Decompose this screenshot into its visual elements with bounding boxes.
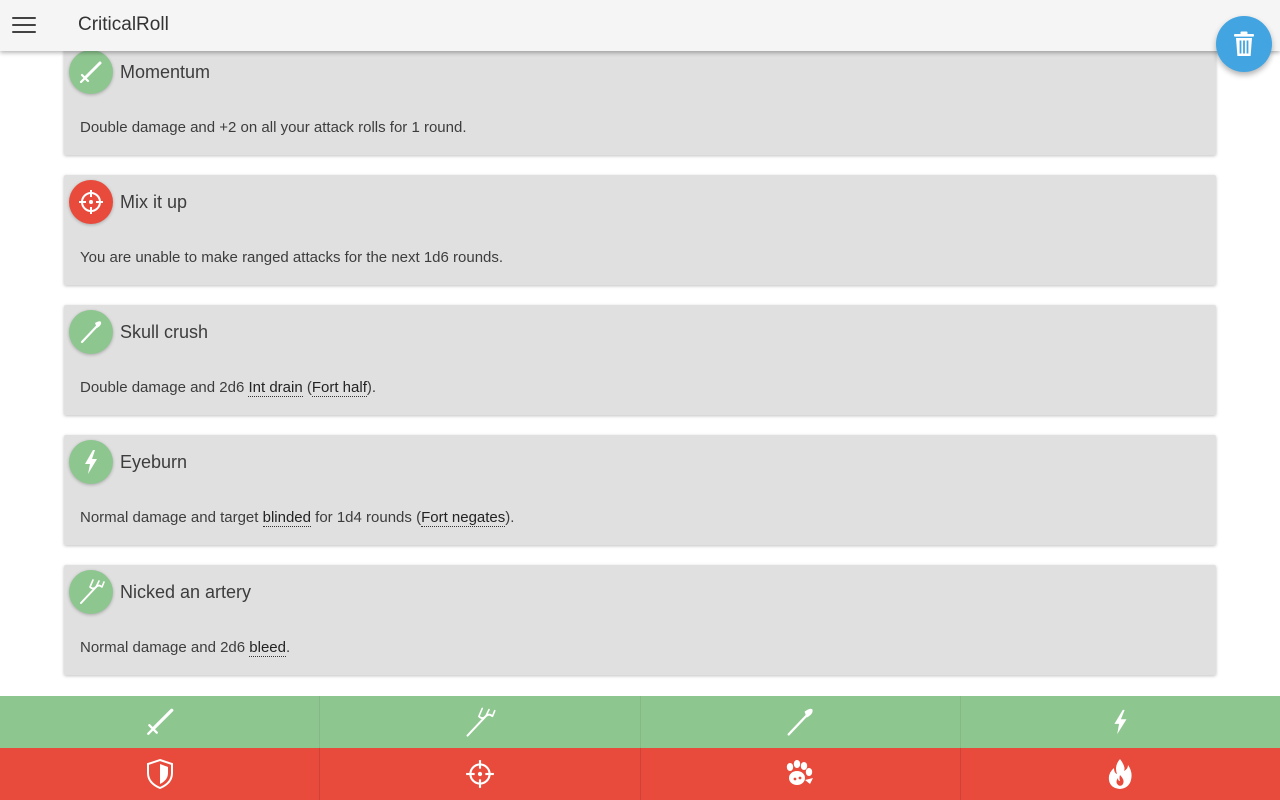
card-description: Normal damage and 2d6 bleed.: [80, 639, 291, 657]
delete-button[interactable]: [1216, 16, 1272, 72]
card-description: Double damage and 2d6 Int drain (Fort ha…: [80, 379, 377, 397]
trident-icon: [466, 707, 496, 737]
card-description: Normal damage and target blinded for 1d4…: [80, 509, 515, 527]
card-badge: [69, 180, 113, 224]
tab-armor[interactable]: [0, 748, 319, 800]
weapon-type-tabs: [0, 696, 1280, 748]
trash-icon: [1234, 31, 1254, 56]
app-bar: CriticalRoll: [0, 0, 1280, 51]
crosshair-icon: [466, 760, 494, 788]
app-title: CriticalRoll: [78, 14, 169, 35]
card-badge: [69, 310, 113, 354]
card-title: Eyeburn: [120, 452, 188, 472]
link-blinded[interactable]: blinded: [262, 509, 311, 527]
tab-bludgeoning[interactable]: [639, 696, 960, 748]
link-int-drain[interactable]: Int drain: [248, 379, 303, 397]
paw-icon: [786, 760, 814, 785]
effect-type-tabs: [0, 748, 1280, 800]
club-icon: [80, 321, 102, 344]
tab-energy[interactable]: [959, 696, 1280, 748]
club-icon: [787, 708, 813, 736]
lightning-icon: [85, 450, 97, 474]
card-title: Skull crush: [120, 322, 209, 342]
card-badge: [69, 440, 113, 484]
trident-icon: [80, 579, 105, 604]
shield-icon: [146, 758, 173, 790]
card-title: Momentum: [120, 62, 211, 82]
card-badge: [69, 570, 113, 614]
link-fort-negates[interactable]: Fort negates: [421, 509, 506, 527]
critical-card[interactable]: Momentum Double damage and +2 on all you…: [64, 45, 1216, 155]
tab-slashing[interactable]: [0, 696, 319, 748]
card-badge: [69, 50, 113, 94]
sword-icon: [146, 708, 173, 735]
fire-icon: [1109, 759, 1132, 789]
lightning-icon: [1114, 709, 1127, 735]
card-title: Nicked an artery: [120, 582, 252, 602]
critical-card[interactable]: Mix it up You are unable to make ranged …: [64, 175, 1216, 285]
critical-card[interactable]: Skull crush Double damage and 2d6 Int dr…: [64, 305, 1216, 415]
critical-card[interactable]: Eyeburn Normal damage and target blinded…: [64, 435, 1216, 545]
link-fort-half[interactable]: Fort half: [311, 379, 367, 397]
crosshair-icon: [79, 190, 103, 214]
card-description: You are unable to make ranged attacks fo…: [80, 249, 504, 266]
card-description: Double damage and +2 on all your attack …: [80, 119, 467, 136]
sword-icon: [79, 61, 102, 84]
tab-ranged[interactable]: [319, 748, 639, 800]
tab-fire[interactable]: [959, 748, 1280, 800]
link-bleed[interactable]: bleed: [249, 639, 286, 657]
tab-natural[interactable]: [639, 748, 960, 800]
tab-piercing[interactable]: [319, 696, 639, 748]
critical-card[interactable]: Nicked an artery Normal damage and 2d6 b…: [64, 565, 1216, 675]
menu-icon[interactable]: [12, 16, 36, 36]
card-title: Mix it up: [120, 192, 188, 212]
